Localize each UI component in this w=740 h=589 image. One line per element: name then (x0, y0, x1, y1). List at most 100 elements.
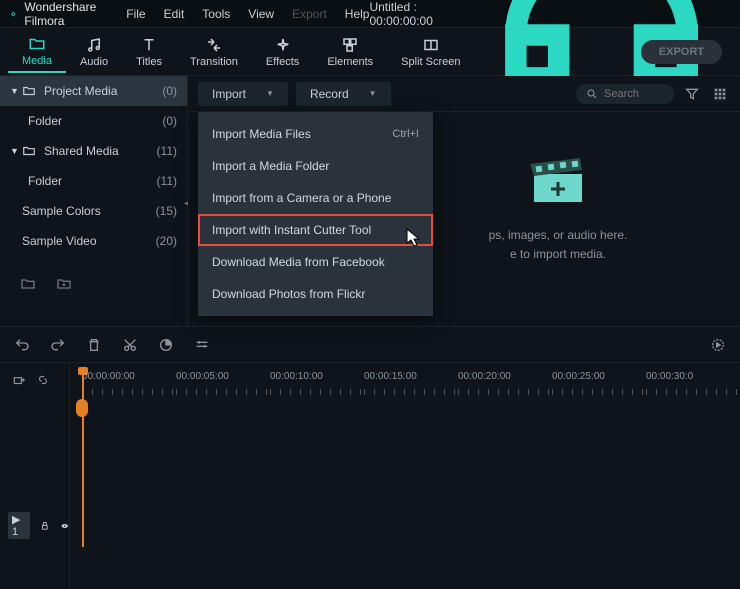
playhead-handle[interactable] (76, 399, 88, 417)
ruler-tick: 00:00:00:00 (82, 371, 176, 401)
tab-label: Media (22, 55, 52, 67)
tab-label: Titles (136, 56, 162, 68)
sidebar-item-project-media[interactable]: ▼ Project Media (0) (0, 76, 187, 106)
timeline-ruler[interactable]: 00:00:00:00 00:00:05:00 00:00:10:00 00:0… (82, 371, 740, 401)
sidebar-item-count: (15) (156, 204, 177, 218)
tab-label: Audio (80, 56, 108, 68)
ruler-tick: 00:00:25:00 (552, 371, 646, 401)
filter-button[interactable] (682, 84, 702, 104)
sidebar-item-label: Shared Media (44, 144, 157, 158)
search-icon (586, 88, 598, 100)
eye-icon[interactable] (60, 520, 70, 532)
dd-download-facebook[interactable]: Download Media from Facebook (198, 246, 433, 278)
ruler-tick: 00:00:20:00 (458, 371, 552, 401)
app-name: Wondershare Filmora (24, 0, 96, 28)
menu-view[interactable]: View (248, 7, 274, 21)
dd-import-media-folder[interactable]: Import a Media Folder (198, 150, 433, 182)
ruler-tick: 00:00:05:00 (176, 371, 270, 401)
menu-help[interactable]: Help (345, 7, 370, 21)
sidebar-item-shared-media[interactable]: ▼ Shared Media (11) (0, 136, 187, 166)
sidebar-footer (0, 266, 187, 302)
dd-import-instant-cutter[interactable]: Import with Instant Cutter Tool (198, 214, 433, 246)
folder-icon (28, 35, 46, 53)
dd-import-camera-phone[interactable]: Import from a Camera or a Phone (198, 182, 433, 214)
render-icon[interactable] (710, 337, 726, 353)
sparkle-icon (274, 36, 292, 54)
dd-download-flickr[interactable]: Download Photos from Flickr (198, 278, 433, 310)
sidebar-item-sample-colors[interactable]: Sample Colors (15) (0, 196, 187, 226)
dd-item-label: Import with Instant Cutter Tool (212, 223, 371, 237)
sidebar-item-count: (20) (156, 234, 177, 248)
dd-import-media-files[interactable]: Import Media Files Ctrl+I (198, 118, 433, 150)
dropzone-text-2: e to import media. (398, 245, 718, 264)
elements-icon (341, 36, 359, 54)
sidebar-item-sample-video[interactable]: Sample Video (20) (0, 226, 187, 256)
sidebar-item-label: Folder (28, 174, 157, 188)
sidebar-item-count: (11) (157, 144, 177, 158)
menu-export: Export (292, 7, 327, 21)
main-menu: File Edit Tools View Export Help (126, 7, 369, 21)
folder-icon (22, 84, 36, 98)
delete-icon[interactable] (86, 337, 102, 353)
new-folder-plus-icon[interactable] (56, 276, 72, 292)
folder-icon (22, 144, 36, 158)
tab-elements[interactable]: Elements (313, 32, 387, 72)
lock-icon[interactable] (40, 520, 50, 532)
grid-view-button[interactable] (710, 84, 730, 104)
undo-icon[interactable] (14, 337, 30, 353)
tab-audio[interactable]: Audio (66, 32, 122, 72)
sidebar-item-count: (11) (157, 174, 177, 188)
track-badge[interactable]: ▶ 1 (8, 512, 30, 539)
tab-titles[interactable]: Titles (122, 32, 176, 72)
tab-transition[interactable]: Transition (176, 32, 252, 72)
record-dropdown-button[interactable]: Record ▼ (296, 82, 391, 106)
menu-file[interactable]: File (126, 7, 145, 21)
chevron-down-icon: ▼ (10, 146, 22, 156)
playhead[interactable] (82, 367, 84, 547)
import-dropdown-menu: Import Media Files Ctrl+I Import a Media… (198, 112, 433, 316)
search-input[interactable] (604, 88, 664, 100)
track-controls: ▶ 1 (8, 512, 69, 539)
tab-media[interactable]: Media (8, 31, 66, 73)
media-dropzone[interactable]: ps, images, or audio here. e to import m… (398, 156, 718, 265)
record-label: Record (310, 87, 349, 101)
dd-item-shortcut: Ctrl+I (392, 128, 419, 140)
document-title: Untitled : 00:00:00:00 (369, 0, 432, 28)
app-logo-icon (10, 5, 16, 23)
grid-icon (712, 86, 728, 102)
redo-icon[interactable] (50, 337, 66, 353)
ruler-tick: 00:00:10:00 (270, 371, 364, 401)
sidebar-item-folder[interactable]: Folder (11) (0, 166, 187, 196)
menu-tools[interactable]: Tools (202, 7, 230, 21)
tab-label: Elements (327, 56, 373, 68)
dropzone-text-1: ps, images, or audio here. (398, 226, 718, 245)
color-icon[interactable] (158, 337, 174, 353)
music-icon (85, 36, 103, 54)
cursor-icon (406, 228, 422, 248)
dd-item-label: Import from a Camera or a Phone (212, 191, 391, 205)
menu-edit[interactable]: Edit (164, 7, 185, 21)
tab-split-screen[interactable]: Split Screen (387, 32, 474, 72)
import-dropdown-button[interactable]: Import ▼ (198, 82, 288, 106)
export-button[interactable]: EXPORT (641, 40, 722, 64)
link-icon[interactable] (36, 373, 50, 387)
clapperboard-icon (528, 156, 588, 206)
add-track-icon[interactable] (12, 373, 26, 387)
import-label: Import (212, 87, 246, 101)
tab-label: Effects (266, 56, 299, 68)
timeline[interactable]: ▶ 1 00:00:00:00 00:00:05:00 00:00:10:00 … (0, 362, 740, 589)
timeline-toolbar (0, 326, 740, 362)
settings-icon[interactable] (194, 337, 210, 353)
tab-effects[interactable]: Effects (252, 32, 313, 72)
search-wrap (576, 84, 674, 104)
cut-icon[interactable] (122, 337, 138, 353)
chevron-down-icon: ▼ (369, 89, 377, 98)
new-folder-icon[interactable] (20, 276, 36, 292)
sidebar-item-label: Project Media (44, 84, 162, 98)
transition-icon (205, 36, 223, 54)
media-sidebar: ▼ Project Media (0) Folder (0) ▼ Shared … (0, 76, 188, 326)
sidebar-item-folder[interactable]: Folder (0) (0, 106, 187, 136)
tab-label: Transition (190, 56, 238, 68)
ruler-tick: 00:00:15:00 (364, 371, 458, 401)
dd-item-label: Download Photos from Flickr (212, 287, 365, 301)
